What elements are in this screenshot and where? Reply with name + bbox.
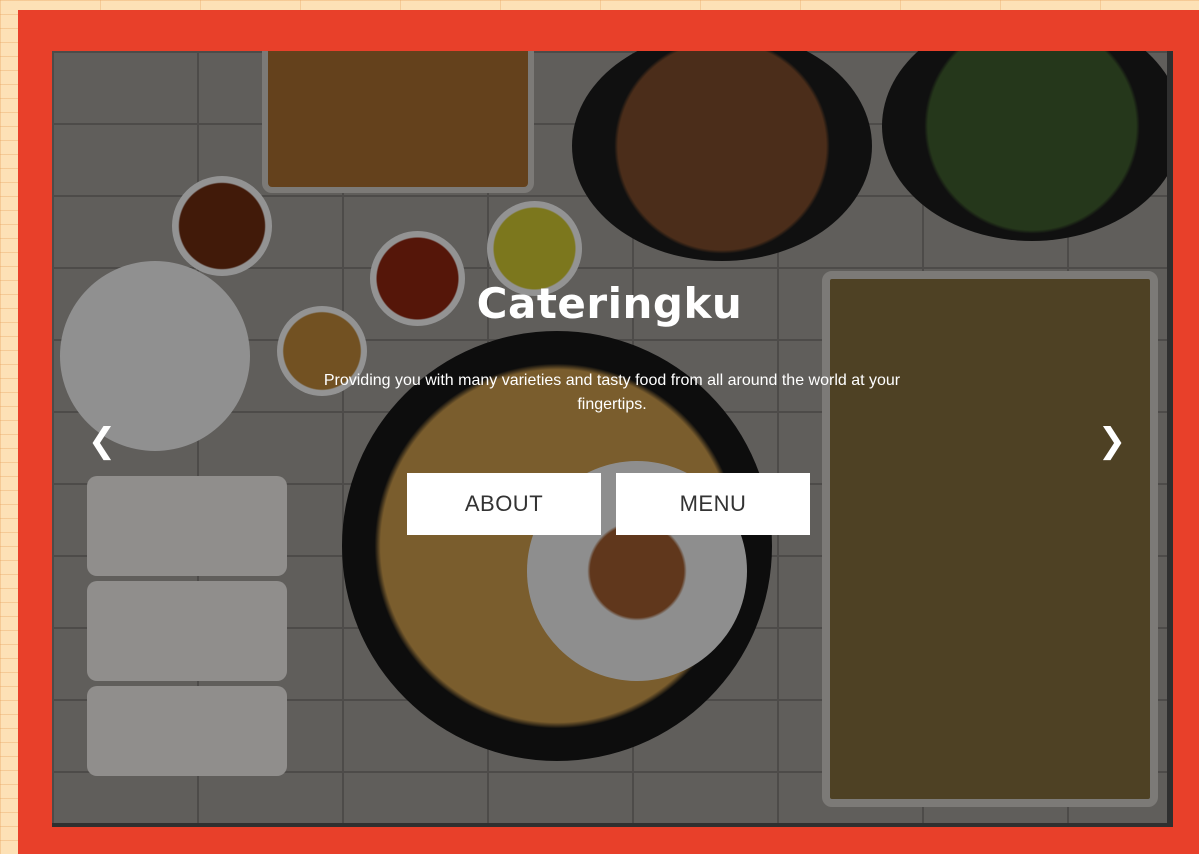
hero-carousel: Cateringku Providing you with many varie…: [52, 51, 1173, 827]
chevron-right-icon[interactable]: ❯: [1097, 421, 1127, 461]
chevron-left-icon[interactable]: ❮: [87, 421, 117, 461]
hero-dark-overlay: [52, 51, 1167, 823]
about-button[interactable]: ABOUT: [407, 473, 601, 535]
hero-subtitle: Providing you with many varieties and ta…: [323, 372, 901, 413]
hero-title: Cateringku: [476, 279, 743, 328]
menu-button[interactable]: MENU: [616, 473, 810, 535]
